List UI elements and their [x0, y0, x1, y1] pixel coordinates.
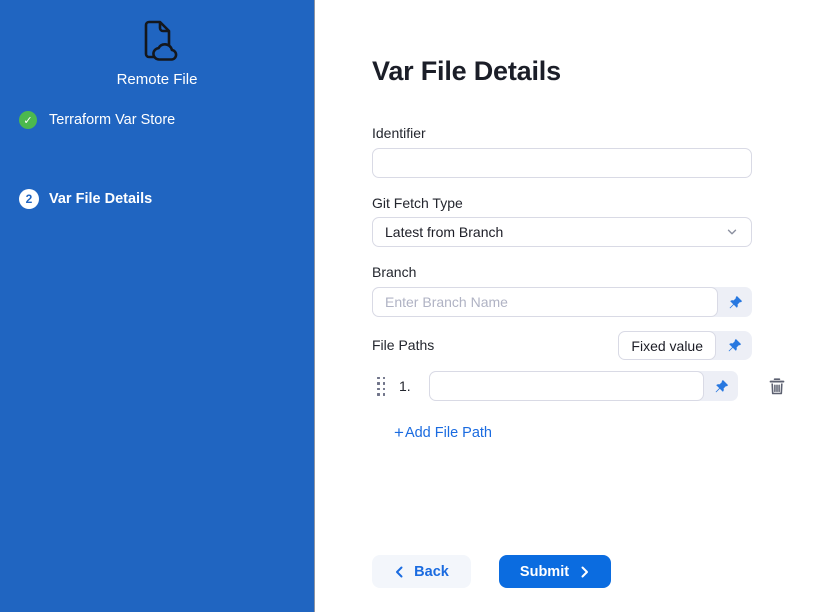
- sidebar-step-terraform-var-store[interactable]: ✓ Terraform Var Store: [19, 111, 175, 129]
- branch-label: Branch: [372, 264, 752, 281]
- step-number-badge: 2: [19, 189, 39, 209]
- file-paths-header: File Paths Fixed value: [372, 331, 752, 360]
- sidebar-step-var-file-details[interactable]: 2 Var File Details: [19, 189, 152, 209]
- pin-icon: [727, 338, 742, 353]
- delete-file-path-button[interactable]: [768, 377, 786, 396]
- var-file-form: Identifier Git Fetch Type Latest from Br…: [372, 125, 752, 588]
- file-paths-runtime-pin-button[interactable]: [716, 331, 752, 360]
- pin-icon: [728, 295, 743, 310]
- chevron-right-icon: [579, 566, 590, 578]
- drag-handle-icon[interactable]: [377, 377, 385, 396]
- submit-button[interactable]: Submit: [499, 555, 611, 588]
- file-paths-input-type-group: Fixed value: [618, 331, 752, 360]
- pin-icon: [714, 379, 729, 394]
- file-path-runtime-pin-button[interactable]: [704, 371, 738, 401]
- file-path-row: 1.: [372, 371, 786, 401]
- add-file-path-label: Add File Path: [405, 425, 492, 441]
- step-label: Var File Details: [49, 191, 152, 207]
- store-type-label: Remote File: [0, 71, 314, 88]
- store-type: Remote File: [0, 16, 314, 88]
- submit-label: Submit: [520, 564, 569, 580]
- page-title: Var File Details: [372, 55, 836, 88]
- add-file-path-button[interactable]: + Add File Path: [394, 425, 492, 441]
- plus-icon: +: [394, 426, 404, 440]
- branch-input-group: [372, 287, 752, 317]
- wizard-sidebar: Remote File ✓ Terraform Var Store 2 Var …: [0, 0, 315, 612]
- step-label: Terraform Var Store: [49, 112, 175, 128]
- git-fetch-type-value: Latest from Branch: [385, 224, 503, 240]
- file-path-input[interactable]: [429, 371, 704, 401]
- identifier-label: Identifier: [372, 125, 752, 142]
- branch-runtime-pin-button[interactable]: [718, 287, 752, 317]
- trash-icon: [768, 377, 786, 396]
- chevron-left-icon: [394, 566, 405, 578]
- file-path-input-group: [429, 371, 738, 401]
- wizard-footer: Back Submit: [372, 555, 752, 588]
- git-fetch-type-label: Git Fetch Type: [372, 195, 752, 212]
- identifier-input[interactable]: [372, 148, 752, 178]
- file-path-row-number: 1.: [399, 378, 419, 394]
- fixed-value-dropdown[interactable]: Fixed value: [618, 331, 716, 360]
- chevron-down-icon: [725, 225, 739, 239]
- back-label: Back: [414, 564, 449, 580]
- remote-file-cloud-document-icon: [133, 16, 181, 64]
- back-button[interactable]: Back: [372, 555, 471, 588]
- var-file-dialog: Remote File ✓ Terraform Var Store 2 Var …: [0, 0, 836, 612]
- git-fetch-type-select[interactable]: Latest from Branch: [372, 217, 752, 247]
- var-file-details-panel: Var File Details Identifier Git Fetch Ty…: [315, 0, 836, 612]
- file-paths-label: File Paths: [372, 337, 434, 354]
- step-complete-check-icon: ✓: [19, 111, 37, 129]
- branch-input[interactable]: [372, 287, 718, 317]
